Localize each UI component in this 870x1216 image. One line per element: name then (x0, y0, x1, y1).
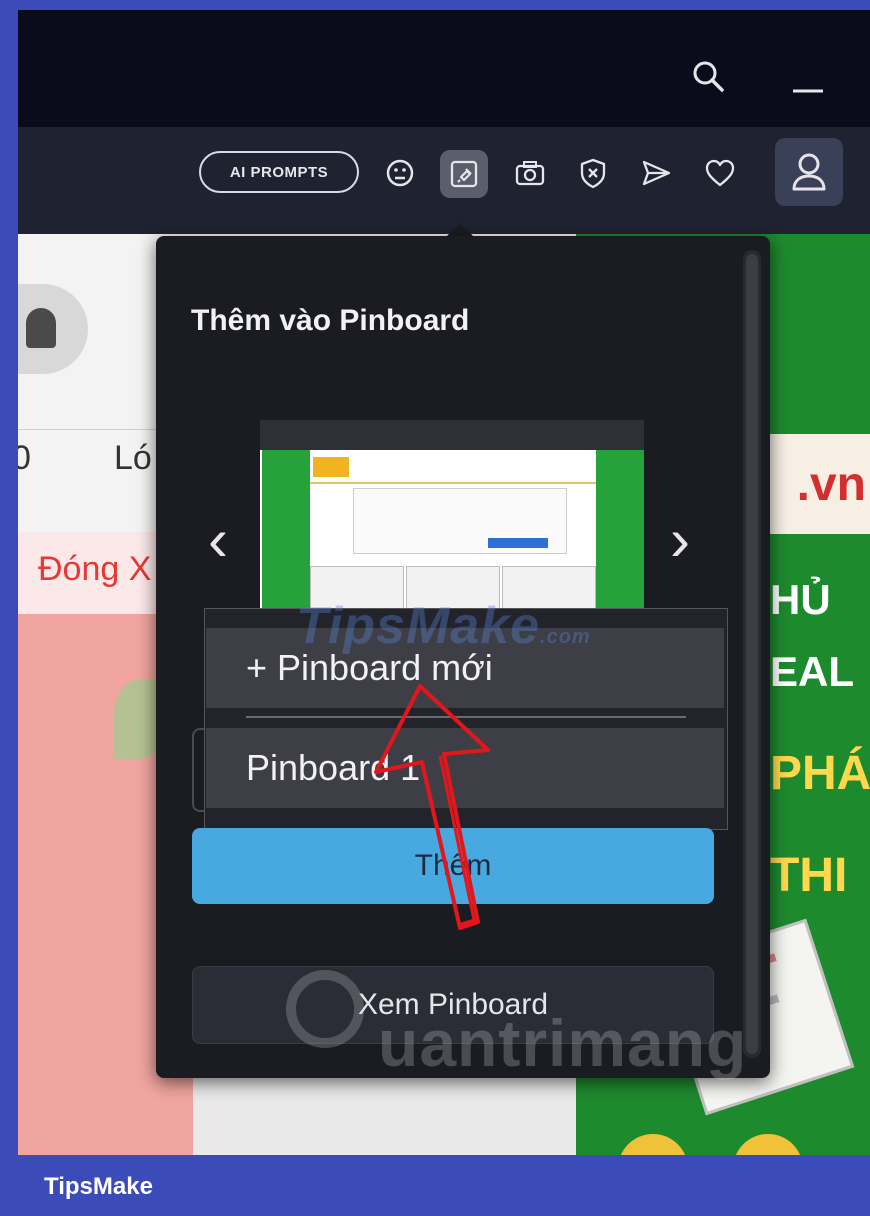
scroll-thumb[interactable] (746, 254, 758, 1054)
send-icon[interactable] (638, 155, 674, 191)
camera-icon[interactable] (512, 155, 548, 191)
browser-window: AI PROMPTS 0 Ló Đóng X .vn HỦ EAL PHÁ TH… (18, 10, 870, 1155)
ad-promo-text-3: PHÁ (770, 747, 870, 800)
quantrimang-watermark: uantrimang (378, 1006, 748, 1080)
dropdown-divider (246, 716, 686, 718)
ad-promo-text-2: EAL (770, 648, 854, 695)
search-icon[interactable] (686, 54, 730, 98)
popup-caret (446, 223, 474, 237)
watermark-suffix: .com (540, 626, 591, 648)
notification-button[interactable] (18, 284, 88, 374)
popup-title: Thêm vào Pinboard (191, 304, 470, 337)
close-banner-label[interactable]: Đóng X (38, 550, 151, 589)
add-button[interactable]: Thêm (192, 828, 714, 904)
account-button[interactable] (775, 138, 843, 206)
ai-prompts-button[interactable]: AI PROMPTS (199, 151, 359, 193)
bell-icon (26, 308, 56, 348)
pinboard-1-option[interactable]: Pinboard 1 (206, 728, 724, 808)
watermark-text: TipsMake (296, 597, 541, 655)
bg-text-zero: 0 (18, 439, 31, 477)
minimize-icon[interactable] (788, 60, 828, 100)
ad-domain-text: .vn (758, 434, 870, 534)
emoji-icon[interactable] (382, 155, 418, 191)
prev-arrow-icon[interactable]: ‹ (208, 510, 228, 570)
next-arrow-icon[interactable]: › (670, 510, 690, 570)
thumbnail-left-ad (262, 450, 310, 620)
thumbnail-dialog-button (488, 538, 548, 548)
bg-text-lo: Ló (114, 439, 152, 477)
shield-icon[interactable] (575, 155, 611, 191)
thumbnail-header (310, 456, 596, 484)
title-bar (18, 10, 870, 127)
ad-promo-text-1: HỦ (770, 576, 831, 623)
thumbnail-right-ad (596, 450, 644, 620)
pin-icon[interactable] (440, 150, 488, 198)
footer-brand: TipsMake (44, 1173, 153, 1200)
popup-scrollbar[interactable] (743, 250, 761, 1058)
bulb-icon (286, 970, 364, 1048)
user-icon (789, 150, 829, 194)
heart-icon[interactable] (702, 155, 738, 191)
thumbnail-logo (313, 457, 349, 477)
ad-promo-text-4: THI (770, 849, 848, 902)
tipsmake-watermark: TipsMake.com (296, 596, 591, 656)
